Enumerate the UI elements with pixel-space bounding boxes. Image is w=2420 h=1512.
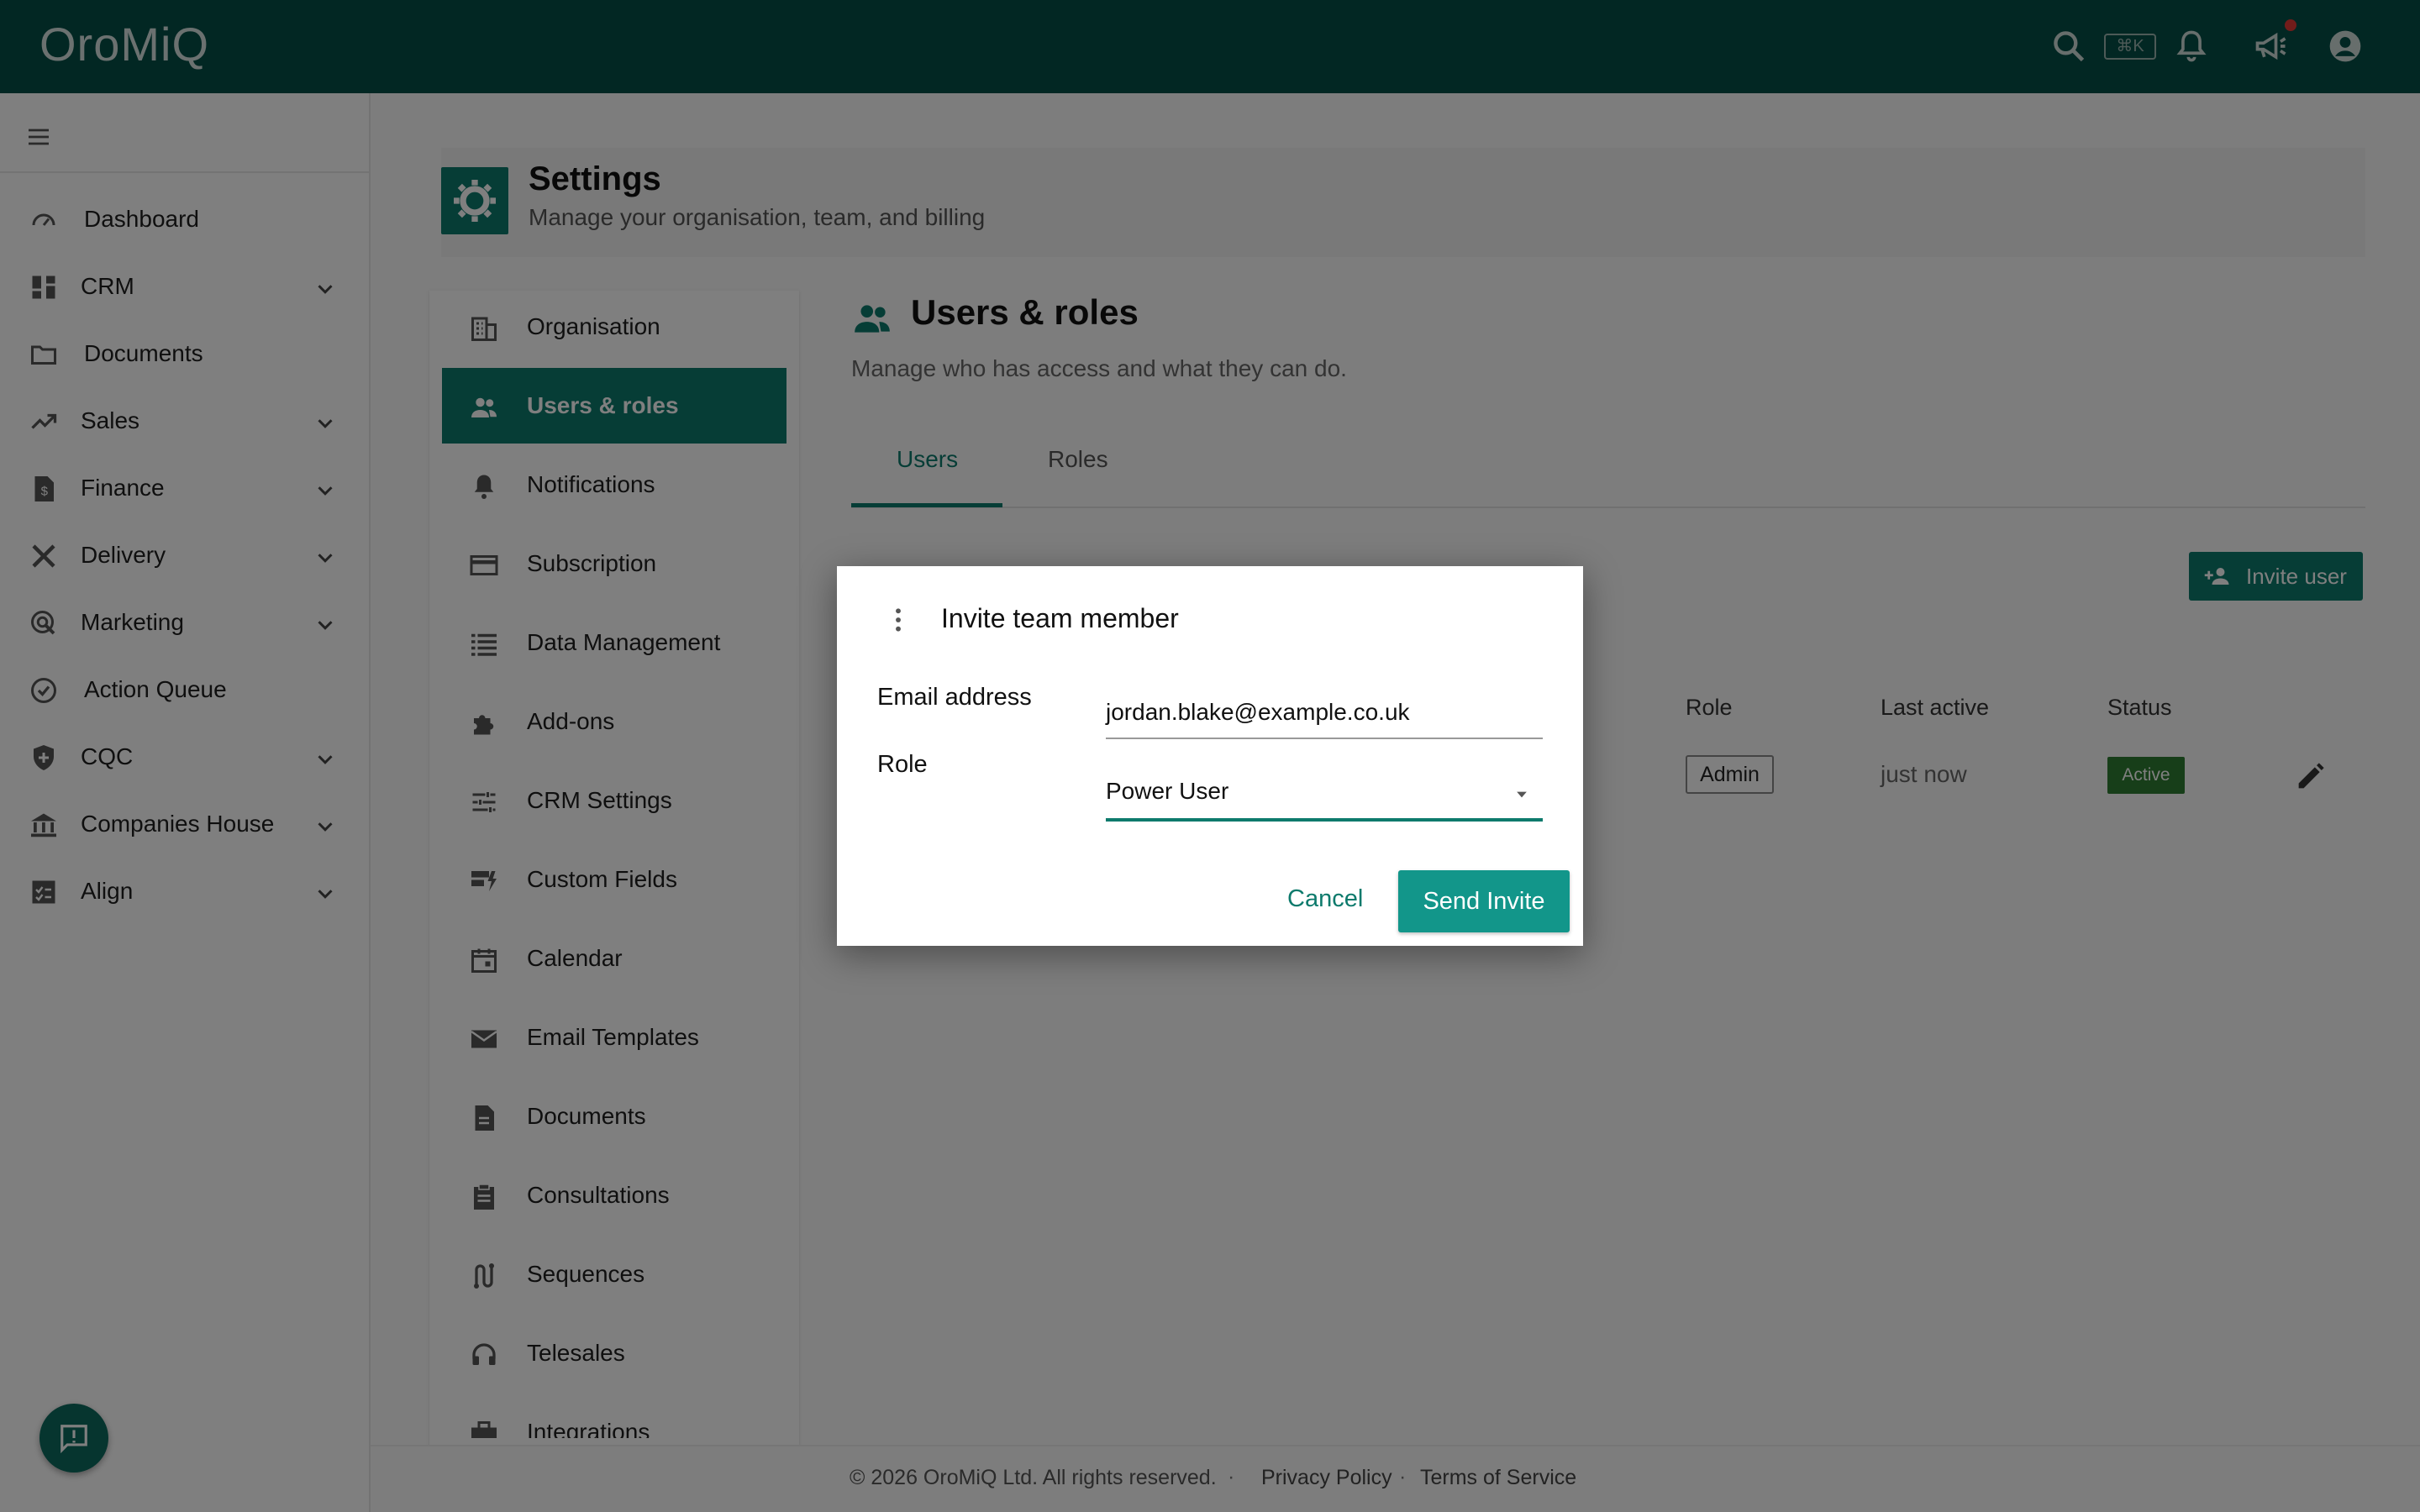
send-invite-button[interactable]: Send Invite [1398, 870, 1570, 932]
role-select[interactable]: Power User [1106, 768, 1543, 822]
email-label: Email address [877, 684, 1032, 711]
email-field[interactable]: jordan.blake@example.co.uk [1106, 690, 1543, 739]
dropdown-arrow-icon [1517, 791, 1527, 798]
role-label: Role [877, 751, 928, 778]
cancel-button[interactable]: Cancel [1287, 885, 1363, 913]
more-vert-icon[interactable] [892, 606, 904, 633]
invite-dialog: Invite team member Email address jordan.… [837, 566, 1583, 946]
dialog-title: Invite team member [941, 603, 1179, 633]
role-select-value: Power User [1106, 778, 1229, 804]
